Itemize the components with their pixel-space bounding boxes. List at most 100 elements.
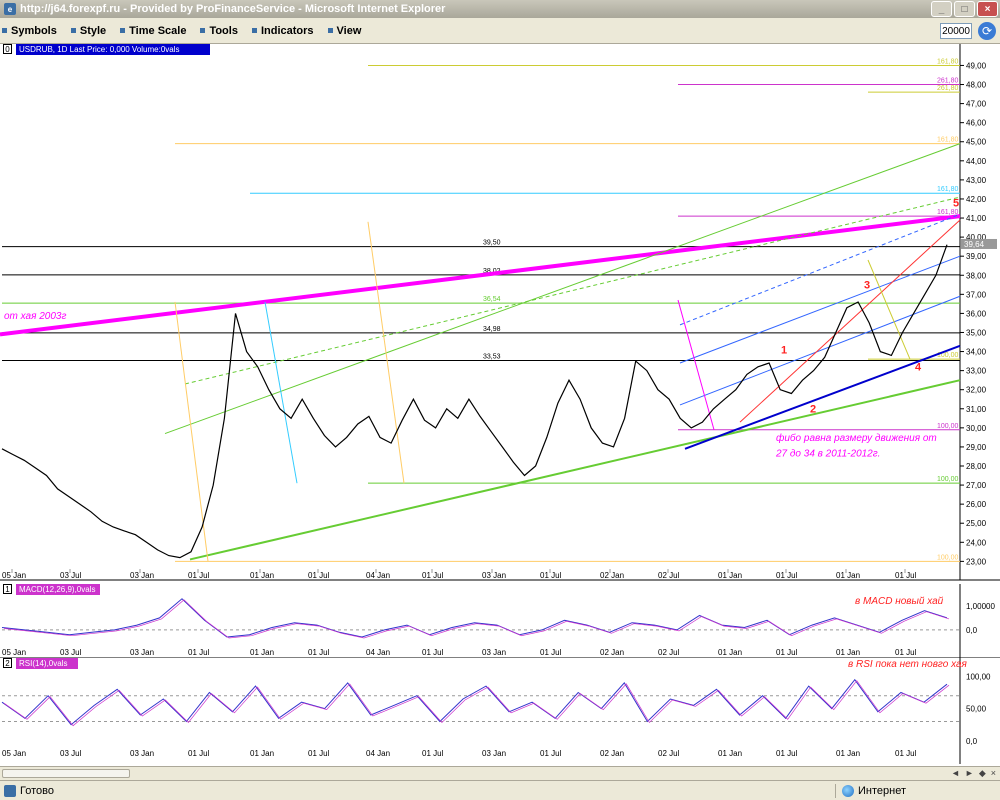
bottom-x-label: 02 Jul xyxy=(658,749,680,758)
macd-x-label: 02 Jan xyxy=(600,648,624,657)
menu-symbols-label: Symbols xyxy=(11,24,57,37)
menu-view-label: View xyxy=(336,24,362,37)
price-tick-label: 47,00 xyxy=(966,100,987,109)
fib-level-label: 161,80 xyxy=(937,58,959,65)
bottom-x-label: 01 Jul xyxy=(776,749,798,758)
menu-indicators-label: Indicators xyxy=(260,24,314,37)
macd-tick-label: 1,00000 xyxy=(966,602,995,611)
chart-area[interactable]: 49,00 48,00 47,00 46,00 45,00 44,00 43,00 42,00… xyxy=(0,44,1000,766)
price-tick-label: 38,00 xyxy=(966,271,987,280)
wave-label-4: 4 xyxy=(915,362,922,374)
menu-style-label: Style xyxy=(79,24,107,37)
price-x-label: 02 Jul xyxy=(658,571,680,580)
price-tick-label: 44,00 xyxy=(966,157,987,166)
price-tick-label: 26,00 xyxy=(966,500,987,509)
rsi-annotation: в RSI пока нет новго хая xyxy=(848,659,968,670)
macd-x-label: 05 Jan xyxy=(2,648,26,657)
macd-pane-header[interactable]: MACD(12,26,9),0vals xyxy=(16,584,100,595)
menu-style[interactable]: Style xyxy=(70,24,107,37)
price-tick-label: 46,00 xyxy=(966,119,987,128)
scroll-close-icon[interactable]: × xyxy=(991,768,996,779)
rsi-tick-label: 50,00 xyxy=(966,705,987,714)
macd-x-label: 01 Jul xyxy=(540,648,562,657)
menu-symbols[interactable]: Symbols xyxy=(2,25,57,37)
wave-label-5: 5 xyxy=(953,198,959,210)
menu-tools[interactable]: Tools xyxy=(200,25,238,37)
price-x-label: 01 Jul xyxy=(895,571,917,580)
menu-bar: Symbols Style Time Scale Tools Indicator… xyxy=(0,18,1000,44)
macd-pane: 1,00000 0,0 в MACD новый хай 05 Jan 03 Jul 03… xyxy=(0,584,1000,659)
rsi-tick-label: 100,00 xyxy=(966,672,991,681)
symbols-icon xyxy=(2,28,7,33)
fib-level-label: 100,00 xyxy=(937,476,959,483)
macd-x-label: 03 Jan xyxy=(482,648,506,657)
price-tick-label: 32,00 xyxy=(966,386,987,395)
minimize-button[interactable]: _ xyxy=(931,1,952,17)
price-tick-label: 27,00 xyxy=(966,481,987,490)
time-scrollbar[interactable]: ◄ ► ◆ × xyxy=(0,766,1000,780)
price-tick-label: 48,00 xyxy=(966,81,987,90)
bottom-x-label: 04 Jan xyxy=(366,749,390,758)
tools-icon xyxy=(200,28,206,33)
macd-x-label: 03 Jul xyxy=(60,648,82,657)
status-bar: Готово Интернет xyxy=(0,780,1000,800)
price-pane-bg xyxy=(0,44,1000,580)
price-pane-header[interactable]: USDRUB, 1D Last Price: 0,000 Volume:0val… xyxy=(16,44,210,55)
fib-level-label: 261,80 xyxy=(937,85,959,92)
fib-level-label: 39,50 xyxy=(483,240,501,247)
close-button[interactable]: × xyxy=(977,1,998,17)
macd-x-label: 01 Jul xyxy=(776,648,798,657)
refresh-icon[interactable]: ⟳ xyxy=(978,22,996,40)
macd-x-label: 01 Jul xyxy=(188,648,210,657)
macd-tick-label: 0,0 xyxy=(966,626,978,635)
scroll-right-icon[interactable]: ► xyxy=(965,768,974,779)
chart-svg[interactable]: 49,00 48,00 47,00 46,00 45,00 44,00 43,00 42,00… xyxy=(0,44,1000,766)
price-tick-label: 41,00 xyxy=(966,214,987,223)
macd-x-label: 01 Jul xyxy=(895,648,917,657)
page-status-icon xyxy=(4,784,16,797)
macd-x-label: 01 Jan xyxy=(836,648,860,657)
macd-x-label: 01 Jan xyxy=(718,648,742,657)
scroll-controls: ◄ ► ◆ × xyxy=(951,768,996,779)
bottom-x-label: 03 Jan xyxy=(482,749,506,758)
price-tick-label: 25,00 xyxy=(966,519,987,528)
security-zone: Интернет xyxy=(835,784,906,798)
price-x-label: 01 Jul xyxy=(540,571,562,580)
maximize-button[interactable]: □ xyxy=(954,1,975,17)
scroll-home-icon[interactable]: ◆ xyxy=(979,768,986,779)
price-x-label: 03 Jan xyxy=(130,571,154,580)
rsi-pane-header[interactable]: RSI(14),0vals xyxy=(16,658,78,669)
menu-view[interactable]: View xyxy=(327,24,362,37)
menu-indicators[interactable]: Indicators xyxy=(251,24,314,37)
menu-timescale[interactable]: Time Scale xyxy=(120,25,186,37)
window-title: http://j64.forexpf.ru - Provided by ProF… xyxy=(20,3,446,15)
zoom-input[interactable]: 20000 xyxy=(940,23,972,39)
price-tick-label: 42,00 xyxy=(966,195,987,204)
price-tick-label: 39,00 xyxy=(966,252,987,261)
fib-level-label: 33,53 xyxy=(483,354,501,361)
last-value-label: 39,64 xyxy=(964,240,985,249)
price-tick-label: 34,00 xyxy=(966,348,987,357)
bottom-x-label: 01 Jan xyxy=(836,749,860,758)
price-tick-label: 43,00 xyxy=(966,176,987,185)
status-text: Готово xyxy=(20,784,54,797)
scroll-thumb[interactable] xyxy=(2,769,130,778)
macd-x-label: 01 Jan xyxy=(250,648,274,657)
macd-x-label: 03 Jan xyxy=(130,648,154,657)
wave-label-2: 2 xyxy=(810,404,816,416)
price-x-label: 01 Jan xyxy=(250,571,274,580)
scroll-left-icon[interactable]: ◄ xyxy=(951,768,960,779)
wave-label-1: 1 xyxy=(781,344,787,356)
price-tick-label: 36,00 xyxy=(966,309,987,318)
bottom-x-label: 01 Jan xyxy=(718,749,742,758)
fib-level-label: 161,80 xyxy=(937,137,959,144)
price-tick-label: 24,00 xyxy=(966,538,987,547)
window-titlebar: e http://j64.forexpf.ru - Provided by Pr… xyxy=(0,0,1000,18)
ie-page-icon: e xyxy=(4,3,16,15)
price-x-label: 03 Jul xyxy=(60,571,82,580)
fib-level-label: 36,54 xyxy=(483,296,501,303)
price-tick-label: 28,00 xyxy=(966,462,987,471)
annotation-fibo-1: фибо равна размеру движения от xyxy=(776,432,937,444)
menu-tools-label: Tools xyxy=(209,24,238,37)
bottom-x-label: 05 Jan xyxy=(2,749,26,758)
